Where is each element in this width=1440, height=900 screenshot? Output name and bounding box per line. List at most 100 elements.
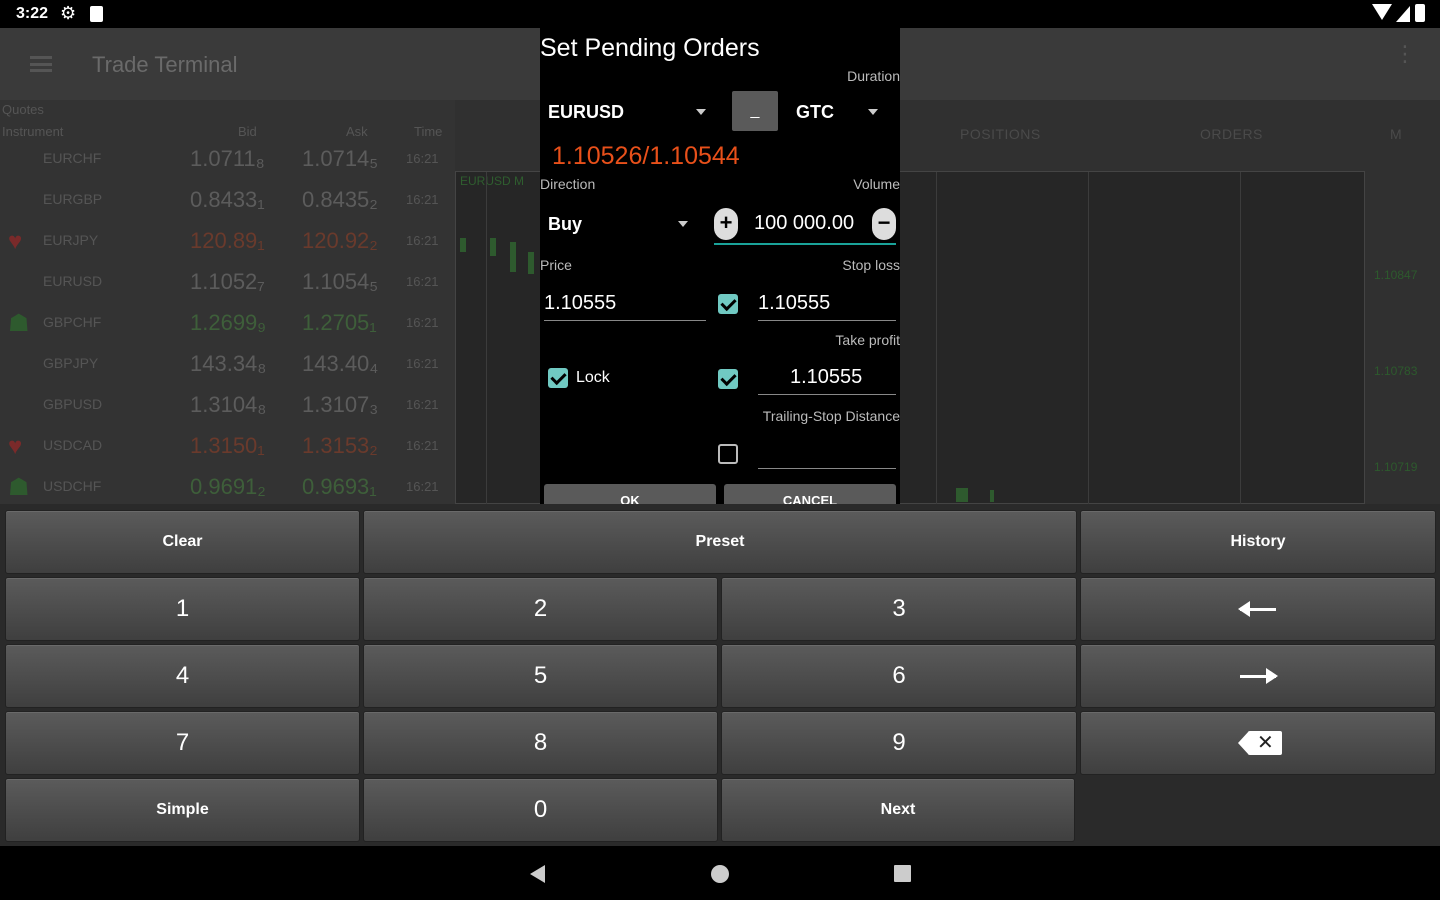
chart-candle — [510, 242, 516, 272]
digit-key-2[interactable]: 2 — [363, 577, 718, 641]
status-time: 3:22 — [16, 5, 49, 22]
trailing-stop-underline — [758, 468, 896, 469]
lock-checkbox[interactable] — [548, 368, 568, 388]
stop-loss-input[interactable]: 1.10555 — [758, 292, 830, 315]
next-key[interactable]: Next — [721, 778, 1075, 842]
take-profit-input[interactable]: 1.10555 — [790, 366, 862, 389]
duration-dash-button[interactable]: _ — [732, 91, 778, 131]
nav-recents-icon[interactable] — [894, 865, 911, 882]
digit-label: 1 — [175, 595, 190, 622]
quote-time: 16:21 — [406, 233, 439, 248]
quote-time: 16:21 — [406, 397, 439, 412]
quote-symbol: USDCAD — [43, 437, 103, 453]
quote-bid: 1.3104₈ — [190, 392, 267, 417]
trend-down-heart-icon: ♥ — [8, 228, 23, 255]
chart-candle — [956, 488, 968, 502]
duration-spinner[interactable]: GTC — [796, 102, 834, 123]
quote-row[interactable]: EURGBP 0.8433₁ 0.8435₂ 16:21 — [0, 181, 455, 222]
instrument-spinner[interactable]: EURUSD — [548, 102, 624, 123]
trailing-stop-checkbox[interactable] — [718, 444, 738, 464]
direction-dropdown-icon[interactable] — [678, 221, 688, 227]
digit-key-8[interactable]: 8 — [363, 711, 718, 775]
quote-bid: 0.9691₂ — [190, 474, 266, 499]
stop-loss-checkbox[interactable] — [718, 294, 738, 314]
clear-key[interactable]: Clear — [5, 510, 360, 574]
digit-key-6[interactable]: 6 — [721, 644, 1077, 708]
column-header-instrument: Instrument — [2, 124, 64, 139]
cell-signal-icon — [1396, 6, 1410, 22]
nav-back-icon[interactable] — [530, 865, 545, 883]
clear-key-label: Clear — [162, 533, 203, 550]
simple-key[interactable]: Simple — [5, 778, 360, 842]
quote-bid: 1.3150₁ — [190, 433, 265, 458]
hamburger-menu-icon[interactable] — [30, 56, 52, 72]
digit-key-9[interactable]: 9 — [721, 711, 1077, 775]
digit-key-7[interactable]: 7 — [5, 711, 360, 775]
lock-label: Lock — [576, 369, 610, 386]
quote-row[interactable]: GBPUSD 1.3104₈ 1.3107₃ 16:21 — [0, 386, 455, 427]
cursor-left-key[interactable] — [1080, 577, 1436, 641]
chart-candle — [528, 252, 534, 274]
duration-dropdown-icon[interactable] — [868, 109, 878, 115]
quote-symbol: EURCHF — [43, 150, 102, 166]
trailing-stop-label: Trailing-Stop Distance — [762, 408, 900, 424]
trend-down-heart-icon: ♥ — [8, 433, 23, 460]
preset-key[interactable]: Preset — [363, 510, 1077, 574]
take-profit-checkbox[interactable] — [718, 369, 738, 389]
tab-more[interactable]: M — [1390, 126, 1402, 142]
price-input[interactable]: 1.10555 — [544, 292, 616, 315]
sd-card-icon — [90, 6, 103, 22]
quote-row[interactable]: EURUSD 1.1052₇ 1.1054₅ 16:21 — [0, 263, 455, 304]
cancel-button[interactable]: CANCEL — [724, 484, 896, 504]
quote-row[interactable]: ☗ GBPCHF 1.2699₉ 1.2705₁ 16:21 — [0, 304, 455, 345]
quote-ask: 1.1054₅ — [302, 269, 379, 294]
volume-label: Volume — [853, 176, 900, 192]
backspace-icon: ✕ — [1238, 731, 1282, 755]
direction-spinner[interactable]: Buy — [548, 214, 582, 235]
overflow-menu-icon[interactable]: ⋮ — [1394, 43, 1416, 65]
tab-orders[interactable]: ORDERS — [1200, 126, 1263, 142]
take-profit-underline — [758, 394, 896, 395]
quote-symbol: EURGBP — [43, 191, 103, 207]
digit-label: 5 — [533, 662, 548, 689]
tab-positions[interactable]: POSITIONS — [960, 126, 1041, 142]
digit-key-0[interactable]: 0 — [363, 778, 718, 842]
digit-label: 0 — [533, 796, 548, 823]
backspace-key[interactable]: ✕ — [1080, 711, 1436, 775]
quote-row[interactable]: GBPJPY 143.34₈ 143.40₄ 16:21 — [0, 345, 455, 386]
quote-row[interactable]: ☗ USDCHF 0.9691₂ 0.9693₁ 16:21 — [0, 468, 455, 504]
quote-ask: 120.92₂ — [302, 228, 378, 253]
settings-gear-icon: ⚙ — [60, 3, 77, 23]
history-key-label: History — [1230, 533, 1286, 550]
quote-bid: 143.34₈ — [190, 351, 267, 376]
instrument-dropdown-icon[interactable] — [696, 109, 706, 115]
volume-increase-button[interactable]: + — [714, 208, 738, 240]
quote-symbol: GBPCHF — [43, 314, 102, 330]
quote-row[interactable]: ♥ EURJPY 120.89₁ 120.92₂ 16:21 — [0, 222, 455, 263]
digit-key-3[interactable]: 3 — [721, 577, 1077, 641]
quote-row[interactable]: EURCHF 1.0711₈ 1.0714₅ 16:21 — [0, 140, 455, 181]
digit-label: 2 — [533, 595, 548, 622]
quote-bid: 0.8433₁ — [190, 187, 265, 212]
chart-gridline — [1240, 172, 1241, 504]
chart-gridline — [486, 172, 487, 504]
quote-bid: 1.1052₇ — [190, 269, 265, 294]
quote-bid: 1.2699₉ — [190, 310, 267, 335]
nav-home-icon[interactable] — [711, 865, 729, 883]
volume-input[interactable]: 100 000.00 — [754, 212, 854, 235]
quote-time: 16:21 — [406, 192, 439, 207]
chart-candle — [490, 238, 496, 256]
history-key[interactable]: History — [1080, 510, 1436, 574]
digit-key-1[interactable]: 1 — [5, 577, 360, 641]
digit-key-5[interactable]: 5 — [363, 644, 718, 708]
quote-ask: 0.8435₂ — [302, 187, 378, 212]
cursor-right-key[interactable] — [1080, 644, 1436, 708]
numeric-keypad: Clear Preset History 1 2 3 4 5 6 7 8 9 ✕… — [0, 504, 1440, 846]
quote-time: 16:21 — [406, 151, 439, 166]
ok-button[interactable]: OK — [544, 484, 716, 504]
digit-key-4[interactable]: 4 — [5, 644, 360, 708]
quote-row[interactable]: ♥ USDCAD 1.3150₁ 1.3153₂ 16:21 — [0, 427, 455, 468]
quote-ask: 1.0714₅ — [302, 146, 379, 171]
volume-decrease-button[interactable]: − — [872, 208, 896, 240]
quote-bid: 120.89₁ — [190, 228, 265, 253]
